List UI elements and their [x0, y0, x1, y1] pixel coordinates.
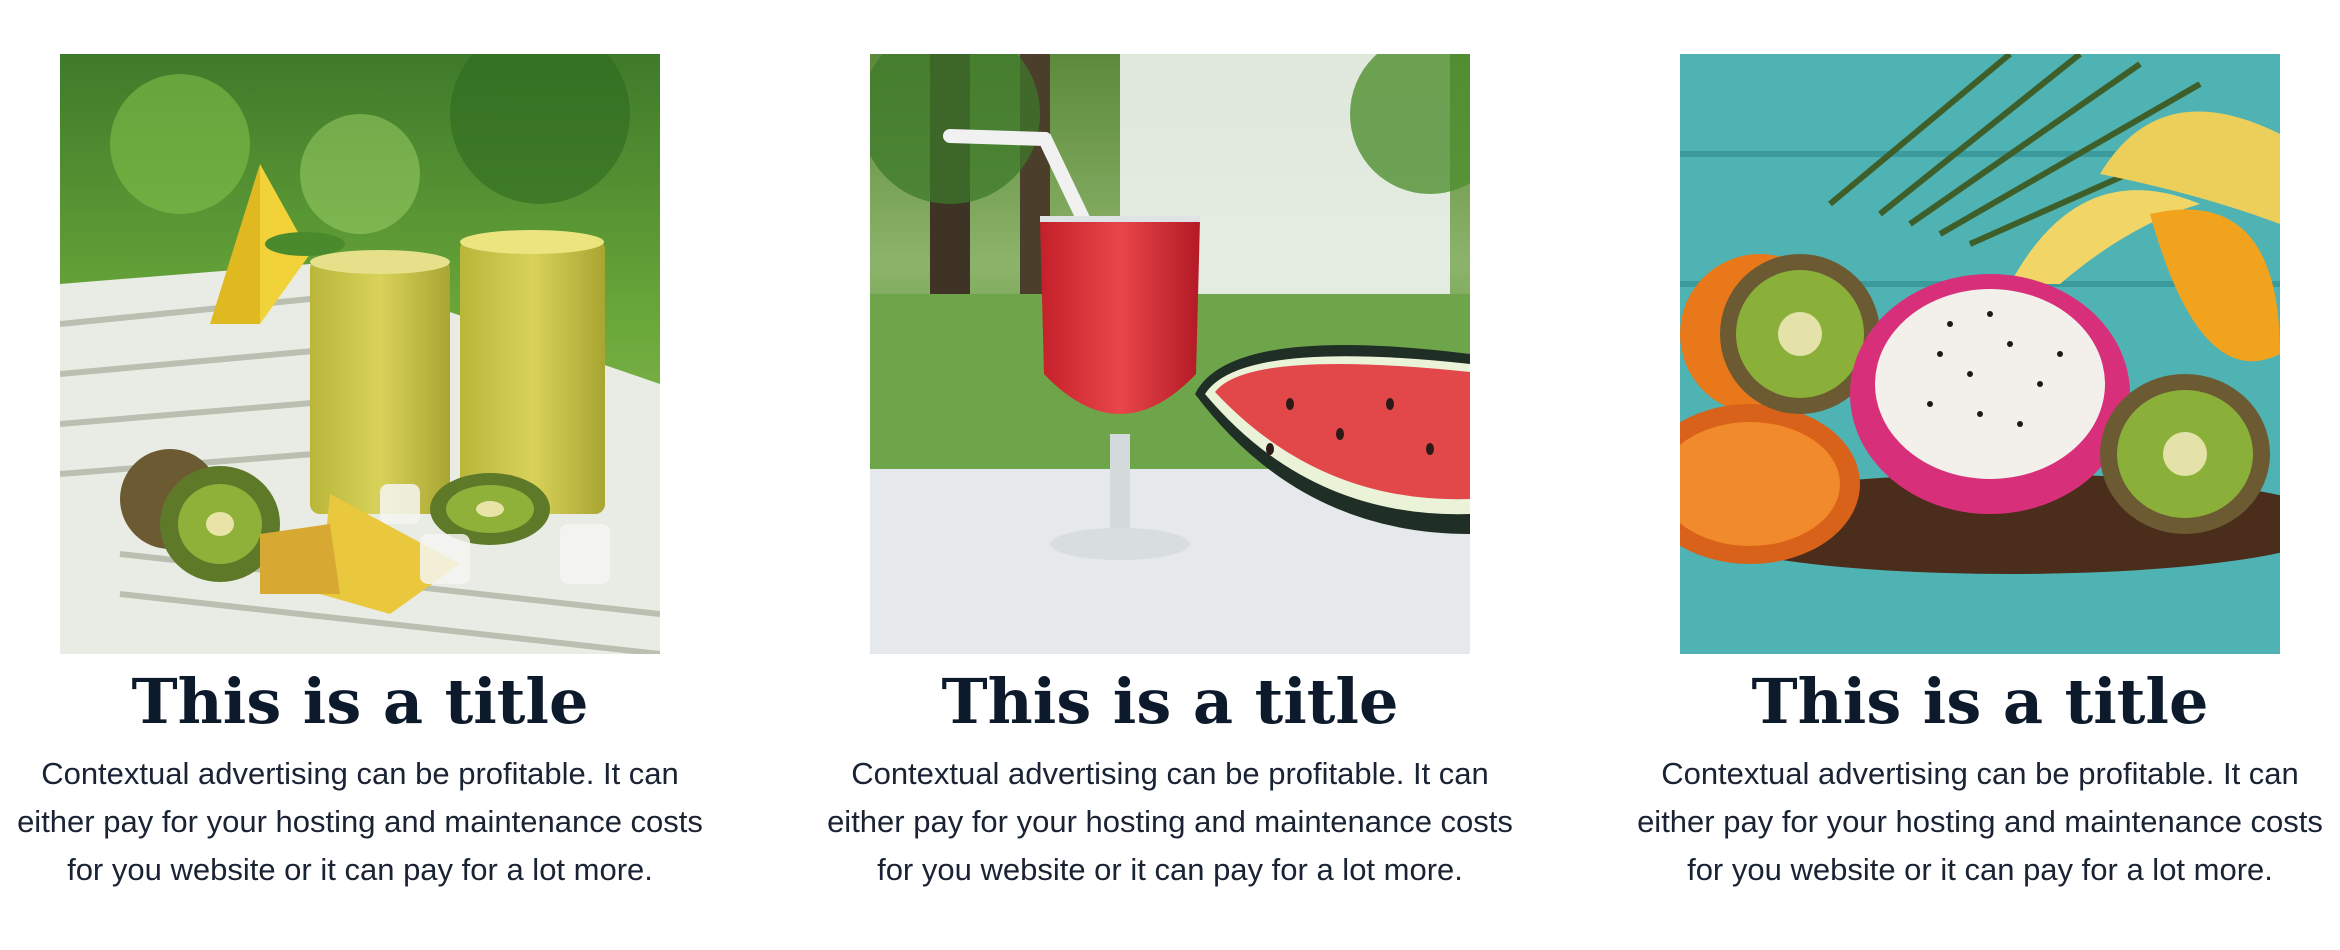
- card-image[interactable]: [870, 54, 1470, 654]
- card-text: Contextual advertising can be profitable…: [17, 756, 703, 887]
- card: This is a title Contextual advertising c…: [10, 54, 710, 914]
- card-text: Contextual advertising can be profitable…: [827, 756, 1513, 887]
- card: This is a title Contextual advertising c…: [1630, 54, 2330, 914]
- card-grid: This is a title Contextual advertising c…: [0, 54, 2340, 914]
- card-title: This is a title: [941, 665, 1399, 738]
- card: This is a title Contextual advertising c…: [820, 54, 1520, 914]
- card-text: Contextual advertising can be profitable…: [1637, 756, 2323, 887]
- card-title: This is a title: [131, 665, 589, 738]
- smoothie-photo: [60, 54, 660, 654]
- card-title: This is a title: [1751, 665, 2209, 738]
- watermelon-juice-photo: [870, 54, 1470, 654]
- card-image[interactable]: [1680, 54, 2280, 654]
- tropical-fruit-photo: [1680, 54, 2280, 654]
- card-image[interactable]: [60, 54, 660, 654]
